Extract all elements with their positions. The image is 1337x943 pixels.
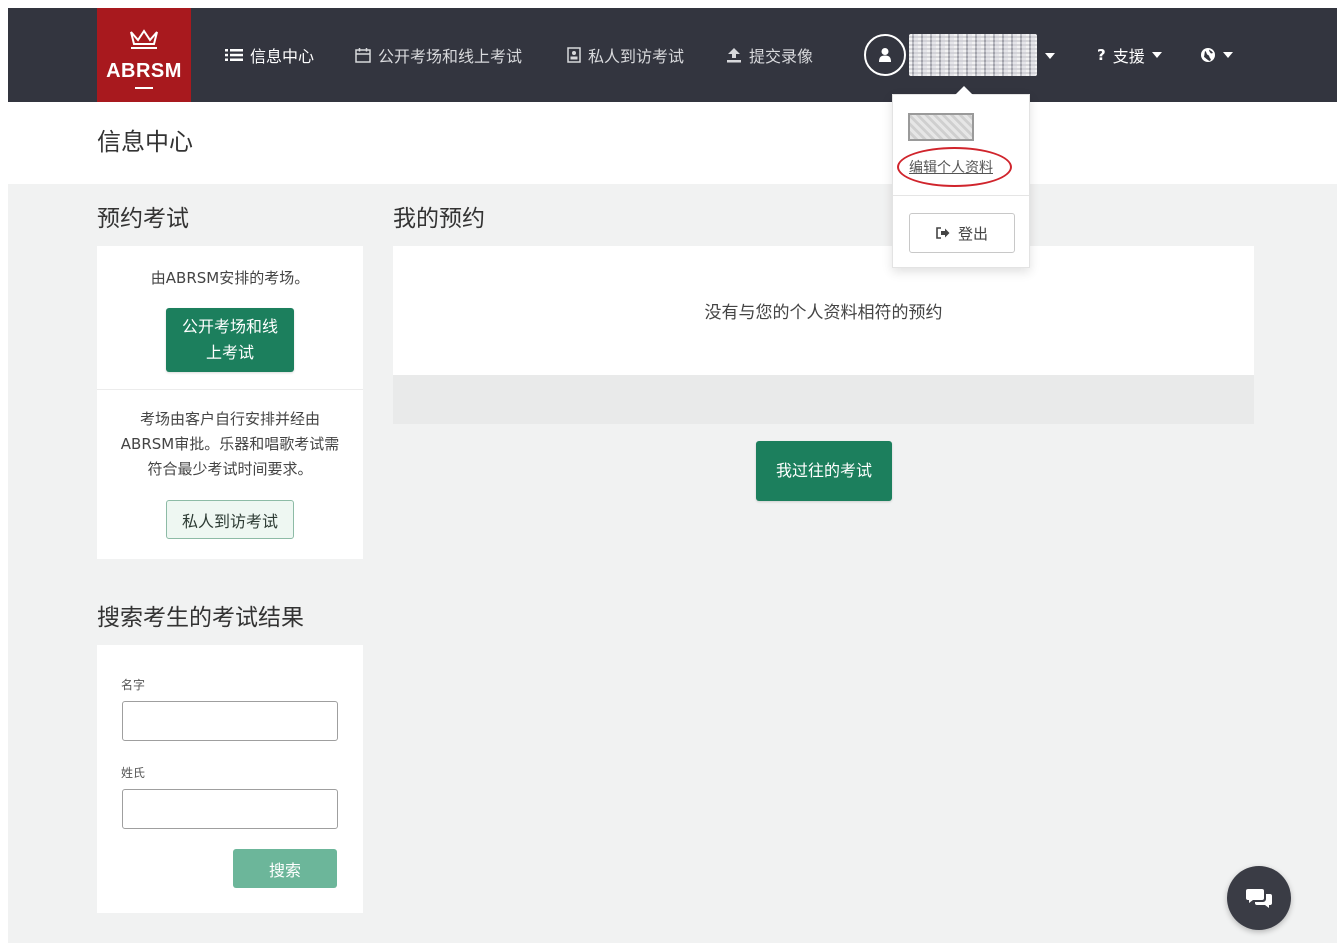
nav-item-label: 提交录像 [749, 47, 814, 66]
calendar-icon [355, 48, 371, 63]
support-label: 支援 [1112, 47, 1145, 66]
user-avatar-button[interactable] [864, 34, 906, 76]
past-exams-button[interactable]: 我过往的考试 [756, 441, 892, 501]
search-results-title: 搜索考生的考试结果 [97, 605, 304, 631]
user-thumbnail-redacted [908, 113, 974, 141]
search-button[interactable]: 搜索 [233, 849, 337, 888]
nav-item-label: 信息中心 [250, 47, 315, 66]
list-icon [225, 49, 243, 61]
nav-item-private-visit-exams[interactable]: 私人到访考试 [567, 44, 684, 66]
logout-label: 登出 [957, 224, 988, 243]
user-dropdown-menu: 编辑个人资料 登出 [892, 86, 1030, 268]
question-mark-icon: ? [1097, 46, 1106, 64]
nav-item-label: 私人到访考试 [588, 47, 685, 66]
abrsm-logo[interactable]: ABRSM [97, 8, 191, 102]
logout-button[interactable]: 登出 [909, 213, 1015, 253]
first-name-input[interactable] [122, 701, 338, 741]
user-icon [879, 48, 891, 62]
no-bookings-message: 没有与您的个人资料相符的预约 [704, 303, 943, 323]
user-name-redacted[interactable] [909, 34, 1037, 76]
public-online-exams-button-label: 公开考场和线上考试 [181, 317, 278, 362]
nav-item-submit-video[interactable]: 提交录像 [726, 44, 813, 66]
last-name-label: 姓氏 [121, 766, 146, 780]
first-name-label: 名字 [121, 678, 146, 692]
edit-profile-link[interactable]: 编辑个人资料 [909, 157, 993, 177]
nav-item-label: 公开考场和线上考试 [378, 47, 523, 66]
public-exam-description: 由ABRSM安排的考场。 [150, 269, 310, 287]
page-header [8, 102, 1337, 184]
nav-item-info-center[interactable]: 信息中心 [225, 44, 314, 66]
page-title: 信息中心 [97, 128, 193, 156]
nav-item-public-online-exams[interactable]: 公开考场和线上考试 [355, 44, 522, 66]
dropdown-divider [893, 195, 1029, 196]
globe-icon [1201, 48, 1215, 62]
language-caret-icon [1223, 52, 1233, 58]
book-exam-title: 预约考试 [97, 206, 189, 232]
public-online-exams-button[interactable]: 公开考场和线上考试 [166, 308, 294, 372]
nav-support-menu[interactable]: ? 支援 [1097, 44, 1162, 66]
crown-icon [130, 29, 158, 49]
logo-text: ABRSM [106, 60, 182, 82]
chat-bubbles-icon [1246, 889, 1272, 908]
nav-language-menu[interactable] [1200, 44, 1233, 66]
private-exam-description: 考场由客户自行安排并经由ABRSM审批。乐器和唱歌考试需符合最少考试时间要求。 [120, 410, 340, 478]
user-menu-caret-icon[interactable] [1045, 53, 1055, 59]
sign-out-icon [936, 227, 950, 239]
private-visit-exams-button[interactable]: 私人到访考试 [166, 500, 294, 539]
past-exams-button-label: 我过往的考试 [775, 461, 872, 480]
id-card-icon [567, 47, 581, 63]
my-bookings-title: 我的预约 [393, 206, 485, 232]
dropdown-arrow [955, 86, 973, 95]
upload-icon [727, 48, 741, 63]
last-name-input[interactable] [122, 789, 338, 829]
private-visit-exams-button-label: 私人到访考试 [181, 511, 278, 531]
card-divider [97, 389, 363, 390]
support-caret-icon [1151, 52, 1162, 58]
logo-underline [135, 87, 153, 89]
bookings-footer-band [393, 375, 1254, 424]
chat-button[interactable] [1227, 866, 1291, 930]
